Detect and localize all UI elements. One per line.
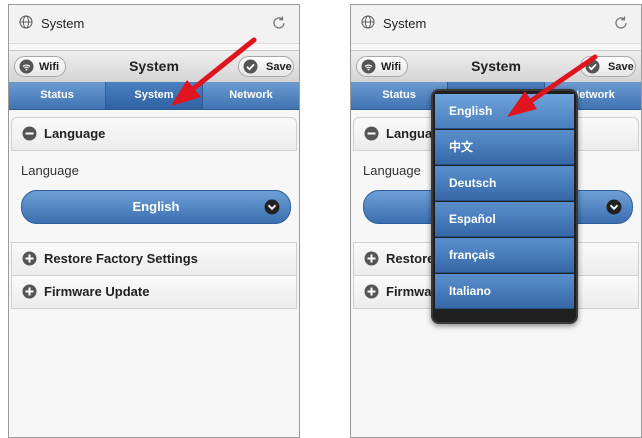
globe-icon [361, 15, 375, 29]
firmware-section-label: Firmware Update [44, 284, 150, 299]
language-select-value: English [132, 199, 180, 214]
check-icon [243, 59, 258, 74]
plus-icon [22, 251, 37, 266]
save-button[interactable]: Save [580, 56, 636, 77]
language-section-header[interactable]: Language [11, 117, 297, 151]
language-field-label: Language [21, 163, 79, 178]
save-button-label: Save [608, 61, 634, 73]
language-option-espanol[interactable]: Español [435, 202, 574, 237]
reload-icon[interactable] [613, 15, 629, 31]
reload-icon[interactable] [271, 15, 287, 31]
tab-bar: Status System Network [9, 82, 299, 110]
language-select[interactable]: English [21, 190, 291, 224]
language-option-chinese[interactable]: 中文 [435, 130, 574, 165]
tab-network[interactable]: Network [203, 82, 299, 109]
content-area: Language Language English Restore Factor… [9, 117, 299, 437]
language-dropdown-menu: English 中文 Deutsch Español français Ital… [431, 89, 578, 324]
browser-title: System [41, 16, 85, 31]
firmware-section-label: Firmwa [386, 284, 432, 299]
minus-icon [364, 126, 379, 141]
app-header: Wifi System Save [351, 50, 641, 82]
language-field-label: Language [363, 163, 421, 178]
language-option-italiano[interactable]: Italiano [435, 274, 574, 309]
browser-bar: System [9, 5, 299, 44]
language-option-deutsch[interactable]: Deutsch [435, 166, 574, 201]
save-button-label: Save [266, 61, 292, 73]
left-screenshot: System Wifi System Save Status System Ne… [8, 4, 300, 438]
browser-title: System [383, 16, 427, 31]
language-section-label: Langua [386, 126, 433, 141]
right-screenshot: System Wifi System Save Status System Ne… [350, 4, 642, 438]
firmware-section-header[interactable]: Firmware Update [11, 275, 297, 309]
tab-system[interactable]: System [106, 82, 203, 109]
language-option-english[interactable]: English [435, 94, 574, 129]
browser-bar: System [351, 5, 641, 44]
check-icon [585, 59, 600, 74]
chevron-down-icon [606, 199, 622, 215]
plus-icon [364, 251, 379, 266]
save-button[interactable]: Save [238, 56, 294, 77]
chevron-down-icon [264, 199, 280, 215]
restore-section-label: Restore Factory Settings [44, 251, 198, 266]
app-header: Wifi System Save [9, 50, 299, 82]
language-option-francais[interactable]: français [435, 238, 574, 273]
restore-section-label: Restore [386, 251, 435, 266]
plus-icon [22, 284, 37, 299]
language-section-label: Language [44, 126, 106, 141]
globe-icon [19, 15, 33, 29]
minus-icon [22, 126, 37, 141]
restore-section-header[interactable]: Restore Factory Settings [11, 242, 297, 276]
plus-icon [364, 284, 379, 299]
tab-status[interactable]: Status [9, 82, 106, 109]
